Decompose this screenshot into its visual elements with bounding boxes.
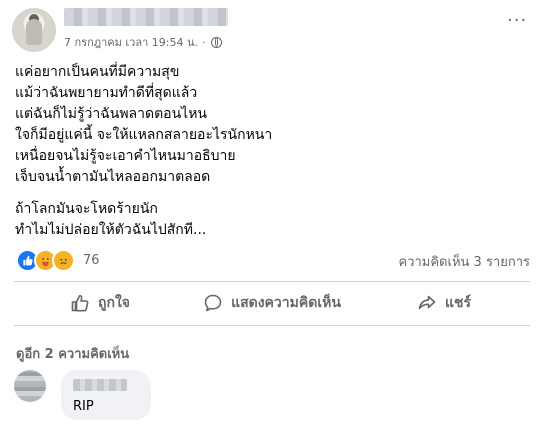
reaction-count[interactable]: 76 (83, 253, 100, 268)
view-more-comments[interactable]: ดูอีก 2 ความคิดเห็น (16, 343, 129, 364)
action-bar: ถูกใจ แสดงความคิดเห็น แชร์ (14, 286, 530, 320)
post-body: แค่อยากเป็นคนที่มีความสุข แม้ว่าฉันพยายา… (15, 62, 272, 241)
reactions-summary[interactable]: 76 (16, 249, 100, 272)
post-meta: 7 กรกฎาคม เวลา 19:54 น. · (64, 33, 223, 51)
post-line: ใจก็มีอยู่แค่นี้ จะให้แหลกสลายอะไรนักหนา (15, 127, 273, 143)
author-avatar[interactable] (12, 8, 56, 52)
commenter-name-blurred[interactable] (73, 379, 127, 391)
post-line: แค่อยากเป็นคนที่มีความสุข (15, 64, 180, 80)
comment-button[interactable]: แสดงความคิดเห็น (186, 286, 358, 320)
post-line: แม้ว่าฉันพยายามทำดีที่สุดแล้ว (15, 85, 198, 101)
post-line: แต่ฉันก็ไม่รู้ว่าฉันพลาดตอนไหน (15, 106, 207, 122)
share-icon (418, 295, 436, 310)
comment-bubble: RIP (61, 370, 151, 420)
commenter-avatar[interactable] (14, 370, 46, 402)
comment-label: แสดงความคิดเห็น (231, 295, 341, 311)
post-line: ถ้าโลกมันจะโหดร้ายนัก (15, 201, 158, 217)
comment-icon (204, 294, 222, 312)
share-label: แชร์ (444, 295, 472, 311)
divider-top (14, 281, 530, 282)
globe-icon[interactable] (211, 36, 223, 48)
sad-icon (52, 249, 75, 272)
like-button[interactable]: ถูกใจ (14, 286, 186, 320)
post-line: เหนื่อยจนไม่รู้จะเอาคำไหนมาอธิบาย (15, 148, 236, 164)
post-timestamp[interactable]: 7 กรกฎาคม เวลา 19:54 น. (64, 33, 198, 51)
thumbs-up-icon (71, 294, 89, 312)
divider-bottom (14, 325, 530, 326)
facebook-post: 7 กรกฎาคม เวลา 19:54 น. · ··· แค่อยากเป็… (0, 0, 544, 427)
share-button[interactable]: แชร์ (358, 286, 530, 320)
comment-text: RIP (73, 399, 94, 414)
author-name-blurred[interactable] (64, 8, 228, 26)
post-line: เจ็บจนน้ำตามันไหลออกมาตลอด (15, 169, 211, 185)
like-label: ถูกใจ (98, 295, 130, 311)
comments-count-link[interactable]: ความคิดเห็น 3 รายการ (399, 251, 531, 272)
meta-separator: · (201, 35, 206, 49)
more-options-icon[interactable]: ··· (507, 12, 527, 30)
avatar-figure (26, 19, 42, 45)
post-line: ทำไมไม่ปล่อยให้ตัวฉันไปสักที... (15, 222, 207, 238)
